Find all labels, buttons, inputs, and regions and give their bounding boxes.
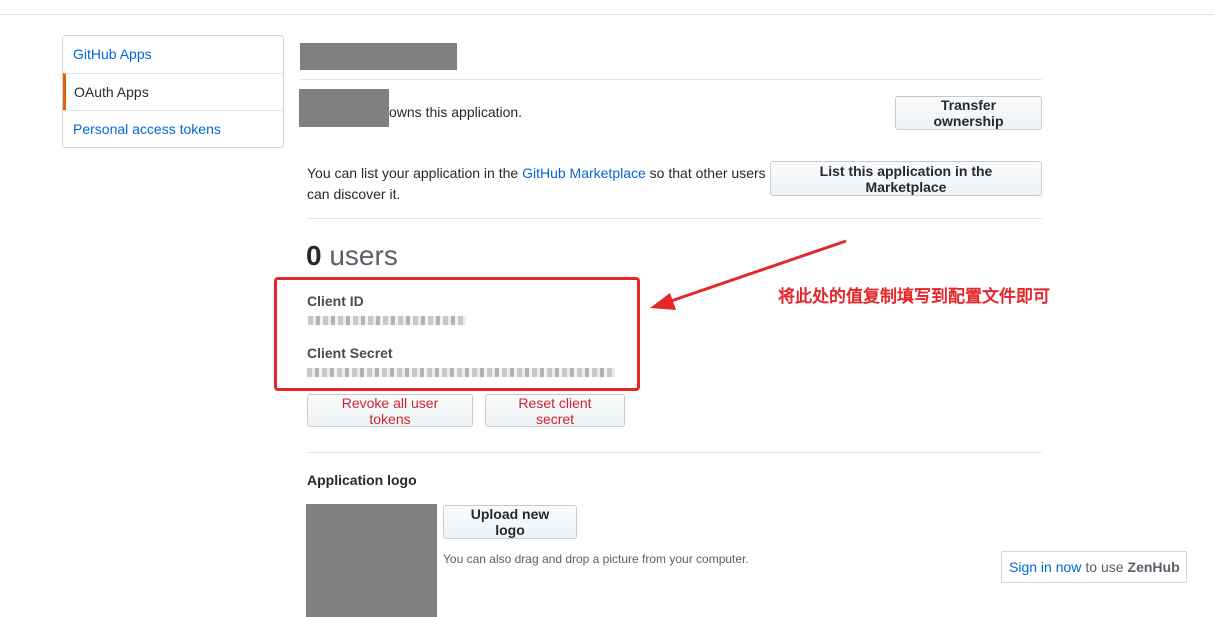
owner-text: owns this application. xyxy=(389,104,523,120)
logo-upload-hint: You can also drag and drop a picture fro… xyxy=(443,552,749,566)
zenhub-signin-widget: Sign in now to use ZenHub xyxy=(1001,551,1187,583)
annotation-text: 将此处的值复制填写到配置文件即可 xyxy=(778,287,1050,307)
app-name-redacted xyxy=(300,43,457,70)
divider xyxy=(300,79,1042,80)
marketplace-description: You can list your application in the Git… xyxy=(307,165,766,181)
sidebar-item-github-apps[interactable]: GitHub Apps xyxy=(63,36,283,73)
users-count-label: users xyxy=(329,240,398,271)
revoke-all-user-tokens-button[interactable]: Revoke all user tokens xyxy=(307,394,473,427)
transfer-ownership-button[interactable]: Transfer ownership xyxy=(895,96,1042,130)
zenhub-middle-text: to use xyxy=(1085,559,1124,575)
divider xyxy=(307,218,1042,219)
github-marketplace-link[interactable]: GitHub Marketplace xyxy=(522,165,646,181)
upload-new-logo-button[interactable]: Upload new logo xyxy=(443,505,577,539)
marketplace-description-line2: can discover it. xyxy=(307,186,401,202)
settings-sidebar: GitHub Apps OAuth Apps Personal access t… xyxy=(62,35,284,148)
reset-client-secret-button[interactable]: Reset client secret xyxy=(485,394,625,427)
zenhub-signin-link[interactable]: Sign in now xyxy=(1009,559,1081,575)
sidebar-item-oauth-apps[interactable]: OAuth Apps xyxy=(63,73,283,110)
sidebar-item-personal-access-tokens[interactable]: Personal access tokens xyxy=(63,110,283,147)
annotation-highlight-box xyxy=(274,277,640,391)
top-divider xyxy=(0,14,1214,15)
users-count-number: 0 xyxy=(306,240,322,271)
marketplace-text-before: You can list your application in the xyxy=(307,165,523,181)
application-logo-image xyxy=(306,504,437,617)
users-count: 0 users xyxy=(306,240,398,272)
owner-avatar-redacted xyxy=(299,89,389,127)
application-logo-heading: Application logo xyxy=(307,472,417,488)
marketplace-text-after: so that other users xyxy=(645,165,766,181)
zenhub-brand: ZenHub xyxy=(1127,559,1180,575)
list-in-marketplace-button[interactable]: List this application in the Marketplace xyxy=(770,161,1042,196)
divider xyxy=(307,452,1042,453)
